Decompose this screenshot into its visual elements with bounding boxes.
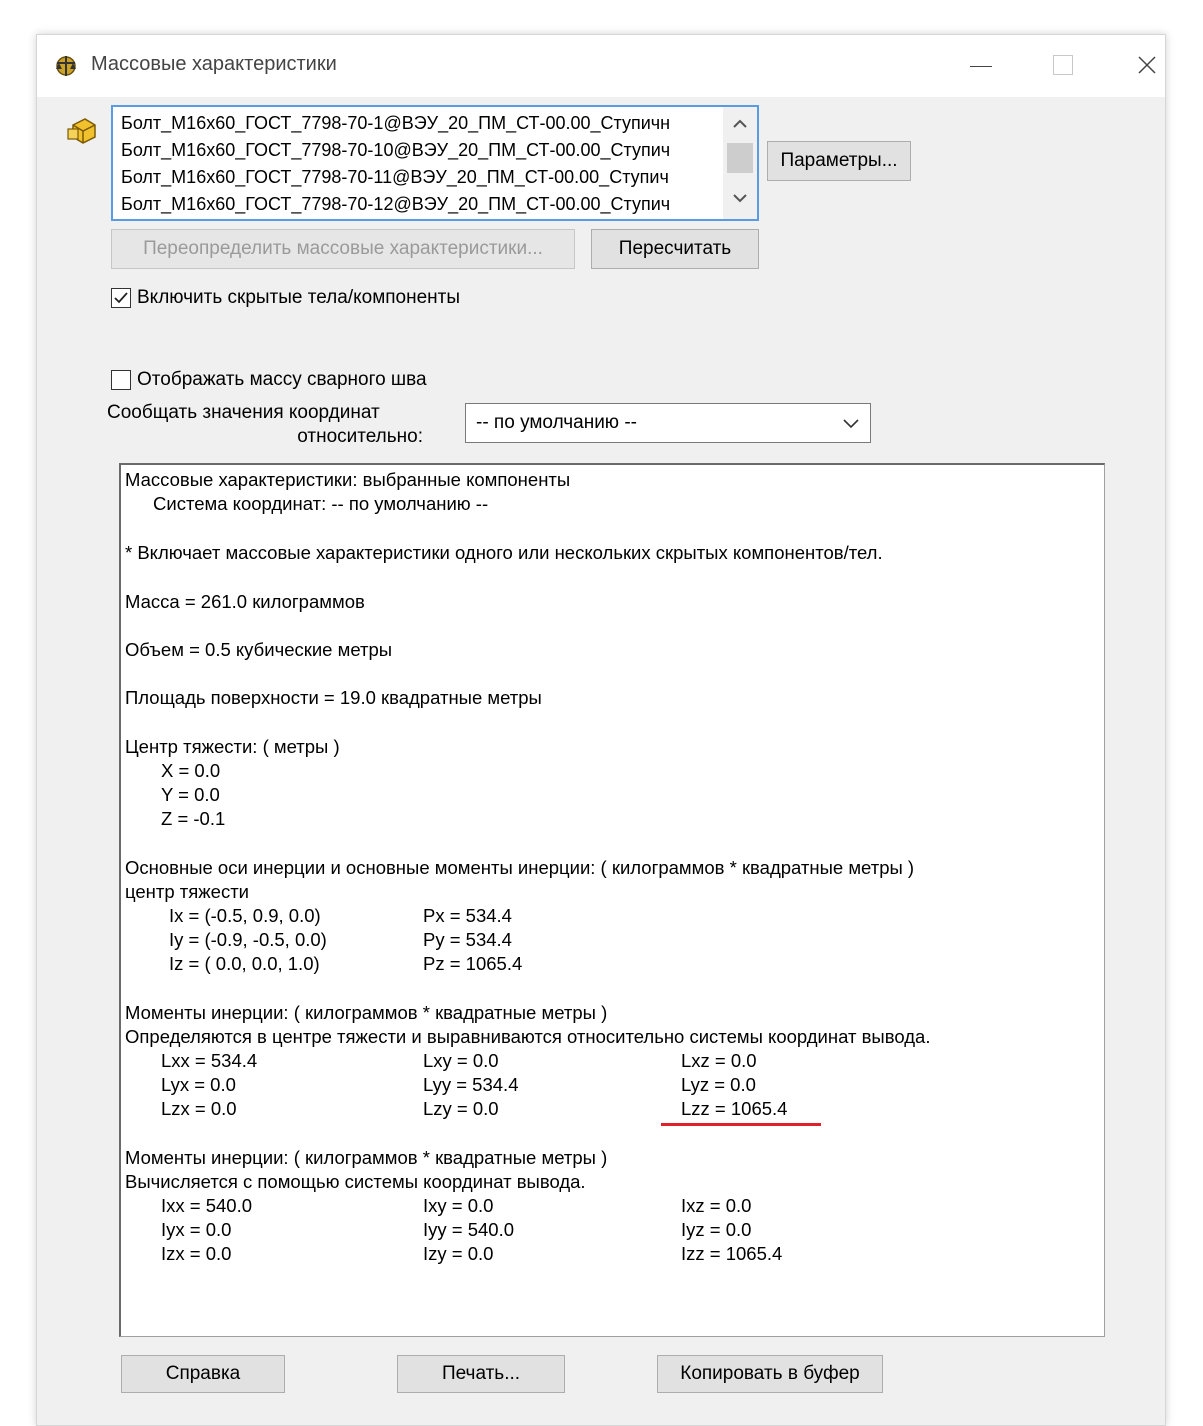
moments-com-subtitle: Определяются в центре тяжести и выравнив… (125, 1026, 931, 1047)
maximize-button[interactable] (1041, 45, 1085, 85)
coordinate-system-value: -- по умолчанию -- (476, 412, 637, 433)
moment-iyz: Iyz = 0.0 (681, 1219, 752, 1240)
moment-lzy: Lzy = 0.0 (423, 1098, 499, 1119)
moment-lyx: Lyx = 0.0 (161, 1074, 236, 1095)
close-icon (1138, 56, 1156, 74)
coordinate-label-line1: Сообщать значения координат (107, 402, 380, 423)
center-of-mass-x: X = 0.0 (161, 760, 221, 781)
list-scrollbar[interactable] (723, 107, 757, 219)
principal-moment-py: Py = 534.4 (423, 929, 512, 950)
principal-axis-iz: Iz = ( 0.0, 0.0, 1.0) (169, 953, 320, 974)
moment-lxx: Lxx = 534.4 (161, 1050, 258, 1071)
component-icon (67, 118, 96, 144)
close-button[interactable] (1125, 45, 1169, 85)
checkmark-icon (114, 292, 128, 304)
maximize-icon (1053, 55, 1073, 75)
moment-iyy: Iyy = 540.0 (423, 1219, 515, 1240)
moments-output-title: Моменты инерции: ( килограммов * квадрат… (125, 1147, 608, 1168)
title-bar: Массовые характеристики (37, 35, 1165, 97)
surface-area-value: Площадь поверхности = 19.0 квадратные ме… (125, 687, 542, 708)
moments-output-subtitle: Вычисляется с помощью системы координат … (125, 1171, 586, 1192)
list-item[interactable]: Болт_М16х60_ГОСТ_7798-70-10@ВЭУ_20_ПМ_СТ… (121, 140, 670, 161)
results-text-area[interactable]: Массовые характеристики: выбранные компо… (119, 463, 1105, 1337)
selected-components-list[interactable]: Болт_М16х60_ГОСТ_7798-70-1@ВЭУ_20_ПМ_СТ-… (111, 105, 759, 221)
minimize-icon (970, 65, 992, 67)
print-button[interactable]: Печать... (397, 1355, 565, 1393)
hidden-note: * Включает массовые характеристики одног… (125, 542, 883, 563)
moment-lzx: Lzx = 0.0 (161, 1098, 237, 1119)
show-weld-mass-checkbox[interactable] (111, 370, 131, 390)
center-of-mass-z: Z = -0.1 (161, 808, 226, 829)
scale-icon (56, 56, 76, 76)
center-of-mass-y: Y = 0.0 (161, 784, 220, 805)
moments-com-title: Моменты инерции: ( килограммов * квадрат… (125, 1002, 608, 1023)
principal-moment-pz: Pz = 1065.4 (423, 953, 523, 974)
moment-lxy: Lxy = 0.0 (423, 1050, 499, 1071)
window-title: Массовые характеристики (91, 53, 337, 75)
coordinate-system-label: Сообщать значения координат относительно… (107, 401, 423, 449)
moment-lyy: Lyy = 534.4 (423, 1074, 519, 1095)
minimize-button[interactable] (959, 45, 1003, 85)
include-hidden-label: Включить скрытые тела/компоненты (137, 287, 461, 308)
override-mass-properties-button[interactable]: Переопределить массовые характеристики..… (111, 229, 575, 269)
moment-lzz: Lzz = 1065.4 (681, 1098, 788, 1119)
show-weld-mass-label: Отображать массу сварного шва (137, 369, 427, 390)
red-underline-annotation (661, 1123, 821, 1126)
chevron-down-icon (843, 419, 859, 429)
coordinate-label-line2: относительно: (297, 426, 423, 447)
copy-to-clipboard-button[interactable]: Копировать в буфер (657, 1355, 883, 1393)
moment-lyz: Lyz = 0.0 (681, 1074, 756, 1095)
scroll-thumb[interactable] (727, 143, 753, 173)
moment-izy: Izy = 0.0 (423, 1243, 494, 1264)
mass-value: Масса = 261.0 килограммов (125, 591, 365, 612)
moment-iyx: Iyx = 0.0 (161, 1219, 232, 1240)
include-hidden-checkbox[interactable] (111, 288, 131, 308)
moment-ixx: Ixx = 540.0 (161, 1195, 253, 1216)
moment-izx: Izx = 0.0 (161, 1243, 232, 1264)
list-item[interactable]: Болт_М16х60_ГОСТ_7798-70-11@ВЭУ_20_ПМ_СТ… (121, 167, 669, 188)
volume-value: Объем = 0.5 кубические метры (125, 639, 393, 660)
principal-axes-title: Основные оси инерции и основные моменты … (125, 857, 915, 878)
mass-properties-dialog: Массовые характеристики Болт_М16х60_ГОСТ… (36, 34, 1166, 1426)
principal-axis-ix: Ix = (-0.5, 0.9, 0.0) (169, 905, 321, 926)
moment-ixz: Ixz = 0.0 (681, 1195, 752, 1216)
moment-ixy: Ixy = 0.0 (423, 1195, 494, 1216)
results-header: Массовые характеристики: выбранные компо… (125, 469, 571, 490)
chevron-down-icon[interactable] (731, 191, 749, 205)
chevron-up-icon[interactable] (731, 117, 749, 131)
list-item[interactable]: Болт_М16х60_ГОСТ_7798-70-1@ВЭУ_20_ПМ_СТ-… (121, 113, 670, 134)
principal-axis-iy: Iy = (-0.9, -0.5, 0.0) (169, 929, 327, 950)
help-button[interactable]: Справка (121, 1355, 285, 1393)
list-item[interactable]: Болт_М16х60_ГОСТ_7798-70-12@ВЭУ_20_ПМ_СТ… (121, 194, 670, 215)
parameters-button[interactable]: Параметры... (767, 141, 911, 181)
principal-axes-subtitle: центр тяжести (125, 881, 250, 902)
moment-lxz: Lxz = 0.0 (681, 1050, 757, 1071)
principal-moment-px: Px = 534.4 (423, 905, 512, 926)
coordinate-system-select[interactable]: -- по умолчанию -- (465, 403, 871, 443)
include-hidden-checkbox-row[interactable]: Включить скрытые тела/компоненты (111, 287, 460, 309)
coordinate-system-line: Система координат: -- по умолчанию -- (153, 493, 489, 514)
recalculate-button[interactable]: Пересчитать (591, 229, 759, 269)
moment-izz: Izz = 1065.4 (681, 1243, 783, 1264)
center-of-mass-title: Центр тяжести: ( метры ) (125, 736, 340, 757)
show-weld-mass-checkbox-row[interactable]: Отображать массу сварного шва (111, 369, 427, 391)
